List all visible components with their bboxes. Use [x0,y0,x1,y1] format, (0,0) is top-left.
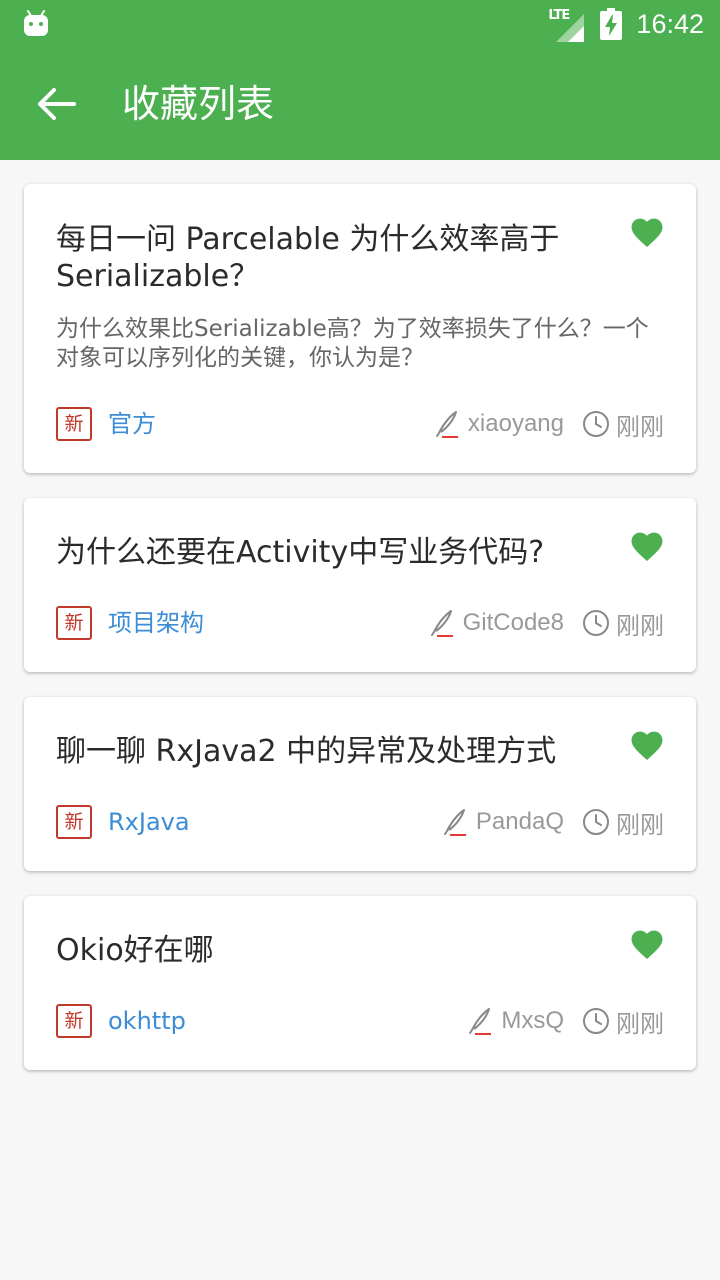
status-bar: LTE 16:42 [0,0,720,48]
article-meta: 新 官方 xiaoyang 刚刚 [56,407,664,443]
article-meta: 新 okhttp MxsQ 刚刚 [56,1004,664,1040]
article-title: Okio好在哪 [56,933,214,968]
article-description: 为什么效果比Serializable高？为了效率损失了什么？一个对象可以序列化的… [56,316,649,371]
signal-indicator: LTE [546,4,586,44]
android-icon [24,10,48,36]
back-button[interactable] [28,76,84,132]
article-card[interactable]: Okio好在哪 新 okhttp MxsQ 刚刚 [24,896,696,1070]
new-badge: 新 [56,407,92,441]
clock-time: 16:42 [636,8,704,39]
clock-icon [583,610,609,636]
heart-icon[interactable] [628,727,666,761]
clock-icon [583,809,609,835]
category-link[interactable]: 项目架构 [108,606,204,640]
article-title: 每日一问 Parcelable 为什么效率高于 Serializable？ [56,222,560,294]
pen-icon [435,411,458,438]
new-badge: 新 [56,805,92,839]
new-badge: 新 [56,606,92,640]
category-link[interactable]: 官方 [108,407,156,441]
status-indicators: LTE 16:42 [546,0,704,48]
article-title: 聊一聊 RxJava2 中的异常及处理方式 [56,734,557,769]
article-meta: 新 RxJava PandaQ 刚刚 [56,805,664,841]
new-badge: 新 [56,1004,92,1038]
clock-icon [583,1008,609,1034]
article-card[interactable]: 聊一聊 RxJava2 中的异常及处理方式 新 RxJava PandaQ 刚刚 [24,697,696,871]
author-name: MxsQ [501,1007,564,1034]
publish-time: 刚刚 [616,1009,664,1038]
signal-icon [556,14,585,42]
pen-icon [443,809,466,836]
battery-charging-icon [600,8,623,40]
category-link[interactable]: okhttp [108,1004,186,1038]
meta-info: GitCode8 刚刚 [429,606,664,640]
author-name: GitCode8 [462,609,564,636]
meta-info: xiaoyang 刚刚 [434,407,664,441]
heart-icon[interactable] [628,214,666,248]
article-meta: 新 项目架构 GitCode8 刚刚 [56,606,664,642]
pen-icon [469,1008,492,1035]
meta-info: PandaQ 刚刚 [442,805,664,839]
clock-icon [583,411,609,437]
publish-time: 刚刚 [616,810,664,839]
heart-icon[interactable] [628,926,666,960]
category-link[interactable]: RxJava [108,805,190,839]
meta-info: MxsQ 刚刚 [467,1004,664,1038]
author-name: PandaQ [475,808,564,835]
article-title: 为什么还要在Activity中写业务代码? [56,535,545,570]
page-title: 收藏列表 [122,82,275,126]
app-bar: 收藏列表 [0,48,720,160]
author-name: xiaoyang [467,410,564,437]
article-card[interactable]: 为什么还要在Activity中写业务代码? 新 项目架构 GitCode8 刚刚 [24,498,696,672]
publish-time: 刚刚 [616,412,664,441]
publish-time: 刚刚 [616,611,664,640]
article-card[interactable]: 每日一问 Parcelable 为什么效率高于 Serializable？ 为什… [24,184,696,473]
arrow-left-icon [38,88,76,120]
pen-icon [430,610,453,637]
heart-icon[interactable] [628,528,666,562]
